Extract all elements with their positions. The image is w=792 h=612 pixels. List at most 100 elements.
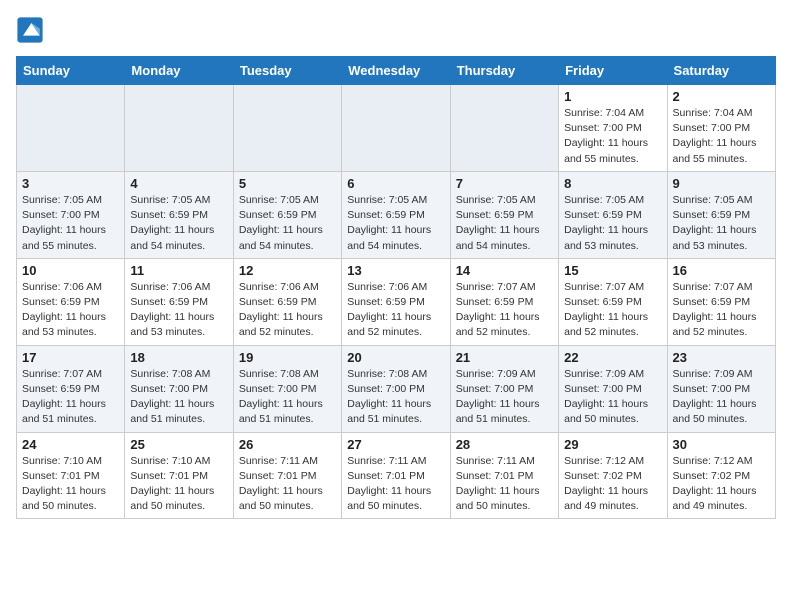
day-number: 17 <box>22 350 119 365</box>
calendar-week-row: 24 Sunrise: 7:10 AMSunset: 7:01 PMDayligh… <box>17 432 776 519</box>
weekday-header-thursday: Thursday <box>450 57 558 85</box>
calendar-cell: 6Sunrise: 7:05 AMSunset: 6:59 PMDaylight… <box>342 171 450 258</box>
calendar-week-row: 1 Sunrise: 7:04 AMSunset: 7:00 PMDaylight… <box>17 85 776 172</box>
day-number: 10 <box>22 263 119 278</box>
calendar-cell: 15 Sunrise: 7:07 AMSunset: 6:59 PMDayligh… <box>559 258 667 345</box>
cell-info: Sunrise: 7:11 AMSunset: 7:01 PMDaylight:… <box>347 454 444 515</box>
cell-info: Sunrise: 7:04 AMSunset: 7:00 PMDaylight:… <box>673 106 770 167</box>
calendar-cell: 26 Sunrise: 7:11 AMSunset: 7:01 PMDayligh… <box>233 432 341 519</box>
cell-info: Sunrise: 7:05 AMSunset: 6:59 PMDaylight:… <box>456 193 553 254</box>
cell-info: Sunrise: 7:11 AMSunset: 7:01 PMDaylight:… <box>239 454 336 515</box>
calendar-cell <box>125 85 233 172</box>
cell-info: Sunrise: 7:09 AMSunset: 7:00 PMDaylight:… <box>564 367 661 428</box>
cell-info: Sunrise: 7:09 AMSunset: 7:00 PMDaylight:… <box>673 367 770 428</box>
page-header <box>16 16 776 44</box>
day-number: 3 <box>22 176 119 191</box>
cell-info: Sunrise: 7:05 AMSunset: 6:59 PMDaylight:… <box>130 193 227 254</box>
calendar-cell: 30Sunrise: 7:12 AMSunset: 7:02 PMDayligh… <box>667 432 775 519</box>
weekday-header-friday: Friday <box>559 57 667 85</box>
day-number: 9 <box>673 176 770 191</box>
calendar-cell: 9 Sunrise: 7:05 AMSunset: 6:59 PMDaylight… <box>667 171 775 258</box>
calendar-cell: 1 Sunrise: 7:04 AMSunset: 7:00 PMDaylight… <box>559 85 667 172</box>
cell-info: Sunrise: 7:04 AMSunset: 7:00 PMDaylight:… <box>564 106 661 167</box>
calendar-cell <box>450 85 558 172</box>
day-number: 23 <box>673 350 770 365</box>
calendar-week-row: 3 Sunrise: 7:05 AMSunset: 7:00 PMDaylight… <box>17 171 776 258</box>
calendar-cell: 28 Sunrise: 7:11 AMSunset: 7:01 PMDayligh… <box>450 432 558 519</box>
cell-info: Sunrise: 7:11 AMSunset: 7:01 PMDaylight:… <box>456 454 553 515</box>
day-number: 4 <box>130 176 227 191</box>
cell-info: Sunrise: 7:06 AMSunset: 6:59 PMDaylight:… <box>239 280 336 341</box>
calendar-cell: 3 Sunrise: 7:05 AMSunset: 7:00 PMDaylight… <box>17 171 125 258</box>
day-number: 21 <box>456 350 553 365</box>
weekday-header-saturday: Saturday <box>667 57 775 85</box>
calendar-week-row: 17 Sunrise: 7:07 AMSunset: 6:59 PMDayligh… <box>17 345 776 432</box>
day-number: 14 <box>456 263 553 278</box>
calendar-cell: 14 Sunrise: 7:07 AMSunset: 6:59 PMDayligh… <box>450 258 558 345</box>
day-number: 19 <box>239 350 336 365</box>
day-number: 6 <box>347 176 444 191</box>
day-number: 25 <box>130 437 227 452</box>
day-number: 12 <box>239 263 336 278</box>
calendar-cell: 22 Sunrise: 7:09 AMSunset: 7:00 PMDayligh… <box>559 345 667 432</box>
calendar-cell: 13 Sunrise: 7:06 AMSunset: 6:59 PMDayligh… <box>342 258 450 345</box>
cell-info: Sunrise: 7:09 AMSunset: 7:00 PMDaylight:… <box>456 367 553 428</box>
weekday-header-sunday: Sunday <box>17 57 125 85</box>
calendar-cell <box>342 85 450 172</box>
calendar-cell: 29 Sunrise: 7:12 AMSunset: 7:02 PMDayligh… <box>559 432 667 519</box>
day-number: 20 <box>347 350 444 365</box>
day-number: 29 <box>564 437 661 452</box>
logo <box>16 16 48 44</box>
cell-info: Sunrise: 7:08 AMSunset: 7:00 PMDaylight:… <box>347 367 444 428</box>
calendar-cell: 4 Sunrise: 7:05 AMSunset: 6:59 PMDaylight… <box>125 171 233 258</box>
calendar-cell: 27Sunrise: 7:11 AMSunset: 7:01 PMDayligh… <box>342 432 450 519</box>
cell-info: Sunrise: 7:07 AMSunset: 6:59 PMDaylight:… <box>564 280 661 341</box>
weekday-header-row: SundayMondayTuesdayWednesdayThursdayFrid… <box>17 57 776 85</box>
day-number: 5 <box>239 176 336 191</box>
calendar-cell: 8Sunrise: 7:05 AMSunset: 6:59 PMDaylight… <box>559 171 667 258</box>
cell-info: Sunrise: 7:07 AMSunset: 6:59 PMDaylight:… <box>22 367 119 428</box>
day-number: 7 <box>456 176 553 191</box>
day-number: 16 <box>673 263 770 278</box>
cell-info: Sunrise: 7:05 AMSunset: 6:59 PMDaylight:… <box>239 193 336 254</box>
cell-info: Sunrise: 7:05 AMSunset: 6:59 PMDaylight:… <box>673 193 770 254</box>
calendar-cell: 19Sunrise: 7:08 AMSunset: 7:00 PMDayligh… <box>233 345 341 432</box>
cell-info: Sunrise: 7:12 AMSunset: 7:02 PMDaylight:… <box>673 454 770 515</box>
calendar-cell: 20 Sunrise: 7:08 AMSunset: 7:00 PMDayligh… <box>342 345 450 432</box>
calendar-cell: 25 Sunrise: 7:10 AMSunset: 7:01 PMDayligh… <box>125 432 233 519</box>
cell-info: Sunrise: 7:07 AMSunset: 6:59 PMDaylight:… <box>673 280 770 341</box>
calendar-cell: 24 Sunrise: 7:10 AMSunset: 7:01 PMDayligh… <box>17 432 125 519</box>
logo-icon <box>16 16 44 44</box>
day-number: 1 <box>564 89 661 104</box>
calendar-table: SundayMondayTuesdayWednesdayThursdayFrid… <box>16 56 776 519</box>
day-number: 2 <box>673 89 770 104</box>
day-number: 8 <box>564 176 661 191</box>
calendar-cell: 7 Sunrise: 7:05 AMSunset: 6:59 PMDaylight… <box>450 171 558 258</box>
cell-info: Sunrise: 7:08 AMSunset: 7:00 PMDaylight:… <box>130 367 227 428</box>
calendar-cell: 23 Sunrise: 7:09 AMSunset: 7:00 PMDayligh… <box>667 345 775 432</box>
day-number: 22 <box>564 350 661 365</box>
day-number: 13 <box>347 263 444 278</box>
day-number: 11 <box>130 263 227 278</box>
weekday-header-tuesday: Tuesday <box>233 57 341 85</box>
calendar-cell <box>17 85 125 172</box>
cell-info: Sunrise: 7:10 AMSunset: 7:01 PMDaylight:… <box>130 454 227 515</box>
calendar-cell: 21 Sunrise: 7:09 AMSunset: 7:00 PMDayligh… <box>450 345 558 432</box>
day-number: 24 <box>22 437 119 452</box>
day-number: 28 <box>456 437 553 452</box>
calendar-cell: 2 Sunrise: 7:04 AMSunset: 7:00 PMDaylight… <box>667 85 775 172</box>
cell-info: Sunrise: 7:05 AMSunset: 7:00 PMDaylight:… <box>22 193 119 254</box>
day-number: 26 <box>239 437 336 452</box>
cell-info: Sunrise: 7:06 AMSunset: 6:59 PMDaylight:… <box>347 280 444 341</box>
cell-info: Sunrise: 7:07 AMSunset: 6:59 PMDaylight:… <box>456 280 553 341</box>
day-number: 15 <box>564 263 661 278</box>
cell-info: Sunrise: 7:10 AMSunset: 7:01 PMDaylight:… <box>22 454 119 515</box>
calendar-cell: 18Sunrise: 7:08 AMSunset: 7:00 PMDayligh… <box>125 345 233 432</box>
cell-info: Sunrise: 7:06 AMSunset: 6:59 PMDaylight:… <box>130 280 227 341</box>
calendar-cell: 16 Sunrise: 7:07 AMSunset: 6:59 PMDayligh… <box>667 258 775 345</box>
weekday-header-wednesday: Wednesday <box>342 57 450 85</box>
calendar-cell: 17 Sunrise: 7:07 AMSunset: 6:59 PMDayligh… <box>17 345 125 432</box>
cell-info: Sunrise: 7:12 AMSunset: 7:02 PMDaylight:… <box>564 454 661 515</box>
calendar-cell: 5 Sunrise: 7:05 AMSunset: 6:59 PMDaylight… <box>233 171 341 258</box>
cell-info: Sunrise: 7:06 AMSunset: 6:59 PMDaylight:… <box>22 280 119 341</box>
